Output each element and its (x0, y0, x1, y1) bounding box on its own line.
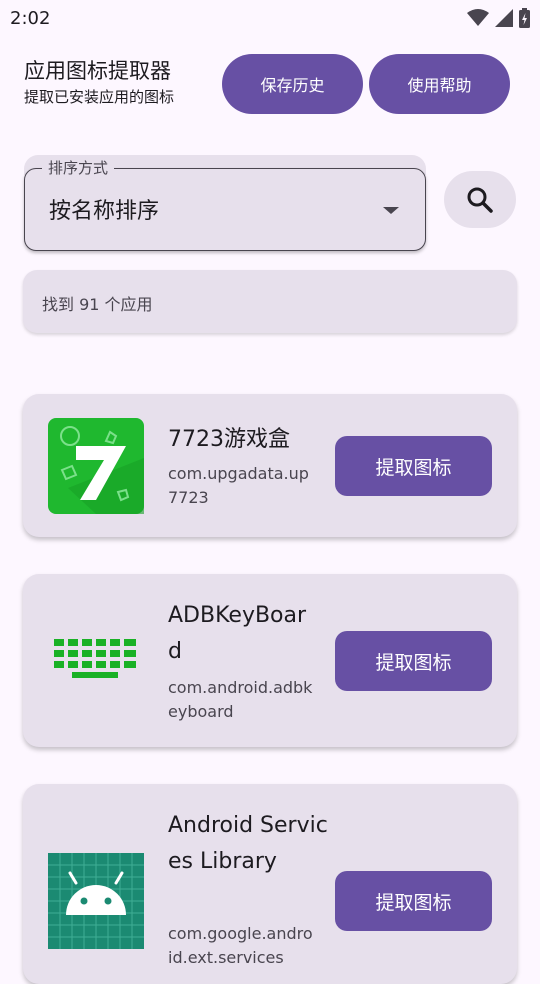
extract-icon-button[interactable]: 提取图标 (335, 631, 492, 691)
app-name: Android Services Library (168, 813, 328, 874)
wifi-icon (467, 9, 489, 26)
app-package: com.upgadata.up7723 (168, 464, 309, 507)
extract-icon-button[interactable]: 提取图标 (335, 436, 492, 496)
app-card: ADBKeyBoard com.android.adbkeyboard 提取图标 (23, 574, 517, 747)
app-subtitle: 提取已安装应用的图标 (24, 88, 175, 106)
app-count-text: 找到 91 个应用 (42, 295, 153, 314)
android-app-icon (48, 853, 144, 949)
save-history-button[interactable]: 保存历史 (222, 54, 363, 114)
sort-dropdown[interactable]: 按名称排序 (24, 168, 426, 251)
app-package: com.google.android.ext.services (168, 924, 313, 967)
app-card: Android Services Library com.google.andr… (23, 784, 517, 984)
app-title: 应用图标提取器 (24, 59, 171, 83)
app-name: ADBKeyBoard (168, 603, 307, 664)
app-package: com.android.adbkeyboard (168, 678, 313, 721)
battery-charging-icon (519, 8, 530, 28)
search-button[interactable] (444, 171, 516, 228)
card-clip: Android Services Library com.google.andr… (23, 784, 517, 984)
app-name: 7723游戏盒 (168, 427, 290, 452)
cellular-signal-icon (495, 9, 513, 27)
search-icon (467, 187, 493, 213)
app-card: 7723游戏盒 com.upgadata.up7723 提取图标 (23, 394, 517, 537)
sort-label: 排序方式 (42, 158, 115, 178)
app-count-box: 找到 91 个应用 (23, 270, 517, 333)
status-bar: 2:02 (0, 0, 540, 36)
7723-app-icon (48, 418, 144, 514)
help-button[interactable]: 使用帮助 (369, 54, 510, 114)
dropdown-arrow-icon (383, 207, 399, 214)
extract-icon-button[interactable]: 提取图标 (335, 871, 492, 931)
keyboard-app-icon (48, 611, 144, 707)
app-header: 应用图标提取器 提取已安装应用的图标 保存历史 使用帮助 (24, 54, 516, 114)
status-icons (467, 8, 530, 28)
sort-selected-value: 按名称排序 (49, 199, 160, 224)
status-time: 2:02 (10, 7, 51, 29)
title-block: 应用图标提取器 提取已安装应用的图标 (24, 56, 220, 108)
